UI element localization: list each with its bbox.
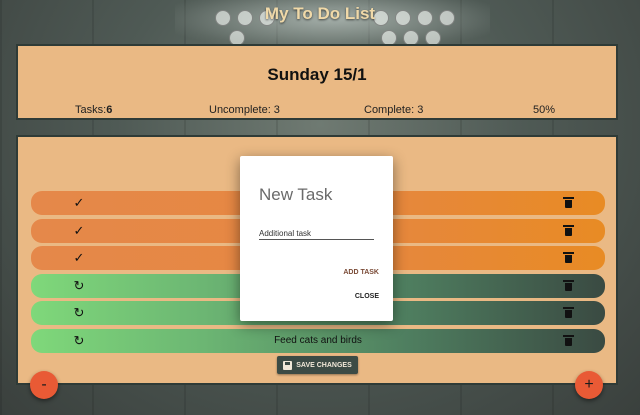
trash-icon[interactable]: [563, 307, 574, 318]
check-icon[interactable]: ✓: [71, 250, 87, 266]
tasks-count: Tasks:6: [75, 104, 112, 116]
trash-icon[interactable]: [563, 252, 574, 263]
check-icon[interactable]: ✓: [71, 223, 87, 239]
check-icon[interactable]: ✓: [71, 195, 87, 211]
trash-icon[interactable]: [563, 334, 574, 346]
add-task-button[interactable]: ADD TASK: [343, 269, 379, 276]
task-row[interactable]: ↻ Feed cats and birds: [31, 328, 605, 353]
new-task-dialog: New Task ADD TASK CLOSE: [240, 156, 393, 321]
refresh-icon[interactable]: ↻: [71, 278, 87, 294]
app-title: My To Do List: [264, 4, 376, 23]
completion-percent: 50%: [533, 104, 556, 116]
close-button[interactable]: CLOSE: [355, 293, 379, 300]
trash-icon[interactable]: [563, 197, 574, 208]
summary-card: Sunday 15/1 Tasks:6 Uncomplete: 3 Comple…: [16, 44, 618, 120]
tasks-count-value: 6: [106, 104, 113, 116]
trash-icon[interactable]: [563, 279, 574, 291]
date-heading: Sunday 15/1: [267, 65, 367, 84]
trash-icon[interactable]: [563, 224, 574, 236]
task-text: Feed cats and birds: [274, 334, 362, 346]
uncomplete-count: Uncomplete: 3: [209, 104, 280, 116]
save-changes-button[interactable]: SAVE CHANGES: [277, 356, 358, 374]
dialog-title: New Task: [259, 185, 333, 204]
remove-task-fab[interactable]: -: [30, 371, 58, 399]
refresh-icon[interactable]: ↻: [71, 305, 87, 321]
tasks-label: Tasks:: [75, 104, 107, 116]
add-task-fab[interactable]: +: [575, 371, 603, 399]
complete-count: Complete: 3: [364, 104, 424, 116]
save-icon: [283, 360, 293, 370]
task-name-input[interactable]: [259, 227, 374, 240]
save-changes-label: SAVE CHANGES: [296, 361, 352, 369]
